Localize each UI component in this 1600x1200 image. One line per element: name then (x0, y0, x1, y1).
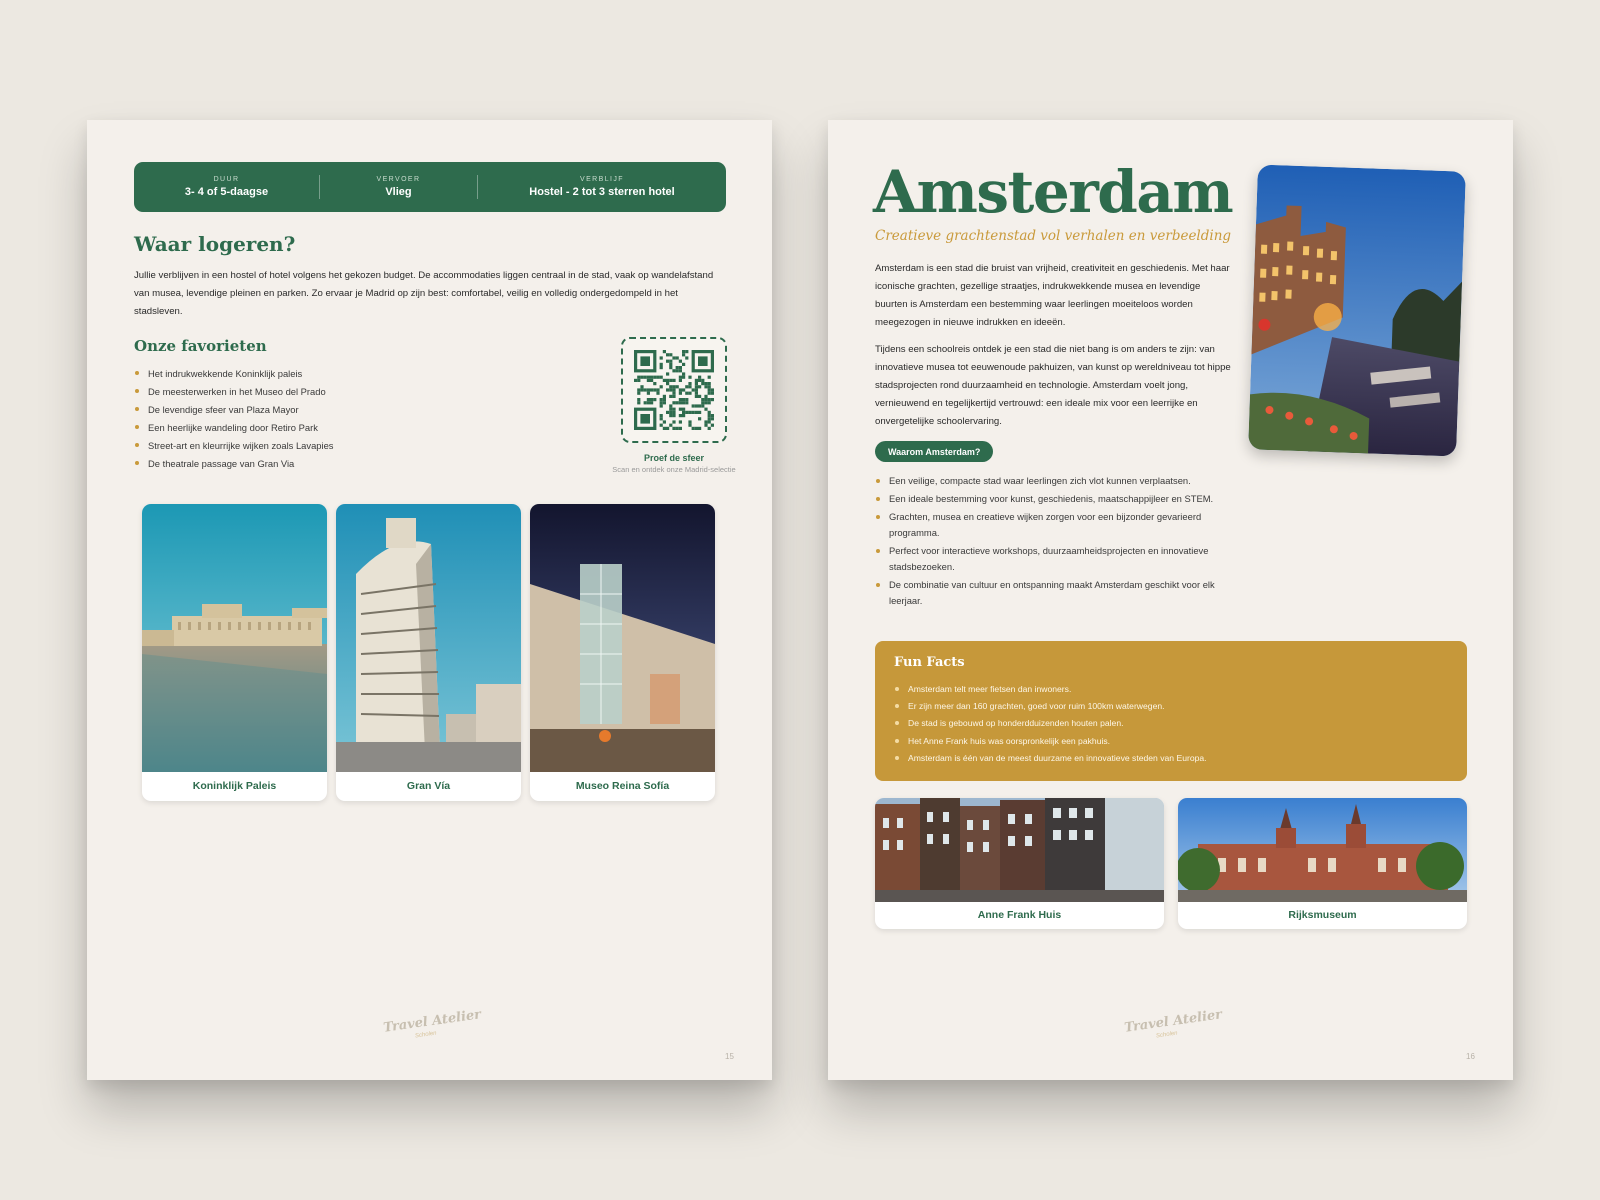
list-item: Perfect voor interactieve workshops, duu… (875, 543, 1237, 575)
photo-caption: Anne Frank Huis (977, 909, 1062, 921)
list-item: Er zijn meer dan 160 grachten, goed voor… (894, 698, 1454, 715)
page-number: 16 (1466, 1052, 1475, 1061)
list-item: Een heerlijke wandeling door Retiro Park (134, 419, 534, 437)
info-stay: Verblijf Hostel - 2 tot 3 sterren hotel (478, 176, 726, 198)
info-value: 3- 4 of 5-daagse (184, 186, 269, 198)
lodging-paragraph: Jullie verblijven in een hostel of hotel… (134, 270, 714, 317)
logo-subtext: Scholen (1155, 1030, 1178, 1040)
trip-info-bar: Duur 3- 4 of 5-daagse Vervoer Vlieg Verb… (134, 162, 726, 212)
palace-photo (142, 504, 327, 772)
rijksmuseum-photo (1178, 798, 1467, 902)
photo-card-gran-via: Gran Vía (336, 504, 521, 801)
list-item: De theatrale passage van Gran Via (134, 455, 534, 473)
list-item: Amsterdam is één van de meest duurzame e… (894, 750, 1454, 767)
info-value: Vlieg (385, 186, 412, 198)
photo-caption: Koninklijk Paleis (192, 780, 277, 792)
list-item: Een ideale bestemming voor kunst, geschi… (875, 491, 1237, 507)
list-item: Het indrukwekkende Koninklijk paleis (134, 365, 534, 383)
photo-card-rijksmuseum: Rijksmuseum (1178, 798, 1467, 929)
brochure-page-right: Amsterdam Creatieve grachtenstad vol ver… (828, 120, 1513, 1080)
photo-caption: Rijksmuseum (1288, 909, 1357, 921)
info-transport: Vervoer Vlieg (320, 176, 477, 198)
qr-subtitle: Scan en ontdek onze Madrid-selectie (612, 465, 736, 474)
photo-card-palace: Koninklijk Paleis (142, 504, 327, 801)
info-caption: Vervoer (376, 176, 421, 183)
travel-atelier-logo: Travel Atelier Scholen (1123, 1007, 1223, 1044)
brochure-page-left: Duur 3- 4 of 5-daagse Vervoer Vlieg Verb… (87, 120, 772, 1080)
amsterdam-canal-photo (1248, 164, 1466, 457)
list-item: Een veilige, compacte stad waar leerling… (875, 473, 1237, 489)
info-caption: Duur (213, 176, 240, 183)
list-item: Amsterdam telt meer fietsen dan inwoners… (894, 681, 1454, 698)
photo-card-reina-sofia: Museo Reina Sofía (530, 504, 715, 801)
page-title: Amsterdam (873, 158, 1234, 226)
list-item: Street-art en kleurrijke wijken zoals La… (134, 437, 534, 455)
page-number: 15 (725, 1052, 734, 1061)
info-duration: Duur 3- 4 of 5-daagse (134, 176, 319, 198)
lodging-heading: Waar logeren? (134, 232, 296, 256)
list-item: Grachten, musea en creatieve wijken zorg… (875, 509, 1237, 541)
favorites-heading: Onze favorieten (134, 337, 267, 355)
favorites-list: Het indrukwekkende Koninklijk paleis De … (134, 365, 534, 473)
reina-sofia-photo (530, 504, 715, 772)
why-amsterdam-pill: Waarom Amsterdam? (875, 441, 994, 462)
fun-facts-heading: Fun Facts (894, 655, 965, 670)
qr-title: Proef de sfeer (643, 453, 705, 463)
qr-caption: Proef de sfeer Scan en ontdek onze Madri… (611, 453, 737, 474)
info-caption: Verblijf (580, 176, 624, 183)
page-subtitle: Creatieve grachtenstad vol verhalen en v… (875, 228, 1232, 244)
why-list: Een veilige, compacte stad waar leerling… (875, 473, 1237, 611)
list-item: De stad is gebouwd op honderdduizenden h… (894, 715, 1454, 732)
canal-night-image (1248, 164, 1466, 457)
list-item: De combinatie van cultuur en ontspanning… (875, 577, 1237, 609)
fun-facts-box: Fun Facts Amsterdam telt meer fietsen da… (875, 641, 1467, 781)
travel-atelier-logo: Travel Atelier Scholen (382, 1007, 482, 1044)
photo-caption: Gran Vía (406, 780, 451, 792)
list-item: Het Anne Frank huis was oorspronkelijk e… (894, 733, 1454, 750)
gran-via-photo (336, 504, 521, 772)
intro-paragraph: Amsterdam is een stad die bruist van vri… (875, 263, 1230, 328)
photo-caption: Museo Reina Sofía (575, 780, 670, 792)
list-item: De meesterwerken in het Museo del Prado (134, 383, 534, 401)
list-item: De levendige sfeer van Plaza Mayor (134, 401, 534, 419)
photo-card-anne-frank: Anne Frank Huis (875, 798, 1164, 929)
qr-code-icon (634, 350, 714, 430)
trip-paragraph: Tijdens een schoolreis ontdek je een sta… (875, 344, 1231, 427)
logo-subtext: Scholen (414, 1030, 437, 1040)
anne-frank-photo (875, 798, 1164, 902)
info-value: Hostel - 2 tot 3 sterren hotel (529, 186, 675, 198)
qr-code[interactable] (621, 337, 727, 443)
fun-facts-list: Amsterdam telt meer fietsen dan inwoners… (894, 681, 1454, 767)
